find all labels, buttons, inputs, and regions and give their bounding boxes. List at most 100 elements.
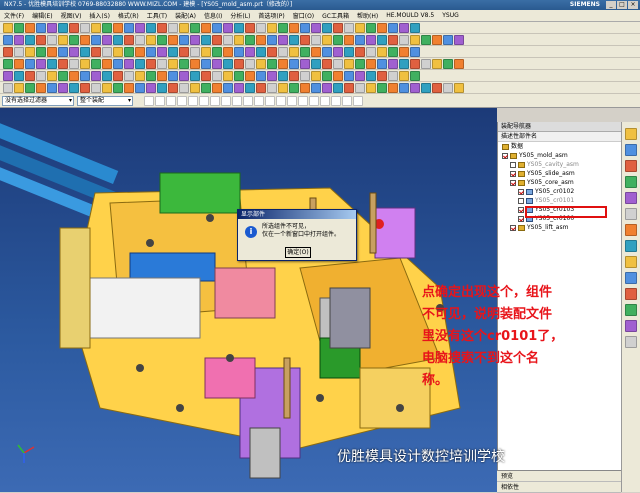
toolbar-tool-icon[interactable]: [432, 58, 442, 69]
toolbar-tool-icon[interactable]: [3, 70, 13, 81]
toolbar-tool-icon[interactable]: [300, 22, 310, 33]
toolbar-tool-icon[interactable]: [69, 46, 79, 57]
toolbar-tool-icon[interactable]: [58, 46, 68, 57]
toolbar-tool-icon[interactable]: [69, 70, 79, 81]
toolbar-tool-icon[interactable]: [179, 82, 189, 93]
toolbar-tool-icon[interactable]: [102, 22, 112, 33]
toolbar-tool-icon[interactable]: [179, 34, 189, 45]
toolbar-tool-icon[interactable]: [366, 58, 376, 69]
toolbar-tool-icon[interactable]: [234, 70, 244, 81]
toolbar-tool-icon[interactable]: [113, 58, 123, 69]
toolbar-tool-icon[interactable]: [234, 34, 244, 45]
toolbar-tool-icon[interactable]: [267, 34, 277, 45]
toolbar-tool-icon[interactable]: [278, 22, 288, 33]
tree-node[interactable]: YS05_mold_asm: [498, 151, 621, 160]
toolbar-tool-icon[interactable]: [366, 22, 376, 33]
toolbar-tool-icon[interactable]: [311, 22, 321, 33]
toolbar-tool-icon[interactable]: [47, 82, 57, 93]
toolbar-tool-icon[interactable]: [190, 58, 200, 69]
toolbar-tool-icon[interactable]: [289, 82, 299, 93]
toolbar-tool-icon[interactable]: [80, 70, 90, 81]
maximize-button[interactable]: □: [617, 1, 627, 9]
tree-node[interactable]: YS05_cavity_asm: [498, 160, 621, 169]
toolbar-tool-icon[interactable]: [36, 58, 46, 69]
toolbar-tool-icon[interactable]: [157, 22, 167, 33]
toolbar-tool-icon[interactable]: [366, 70, 376, 81]
toolbar-tool-icon[interactable]: [91, 58, 101, 69]
minimize-button[interactable]: _: [606, 1, 616, 9]
toolbar-tool-icon[interactable]: [168, 46, 178, 57]
toolbar-tool-icon[interactable]: [36, 82, 46, 93]
snap-point-icon[interactable]: [254, 95, 264, 106]
toolbar-tool-icon[interactable]: [410, 82, 420, 93]
toolbar-tool-icon[interactable]: [432, 82, 442, 93]
toolbar-tool-icon[interactable]: [25, 22, 35, 33]
toolbar-tool-icon[interactable]: [256, 34, 266, 45]
toolbar-tool-icon[interactable]: [223, 82, 233, 93]
toolbar-tool-icon[interactable]: [399, 82, 409, 93]
toolbar-tool-icon[interactable]: [300, 70, 310, 81]
menu-edit[interactable]: 编辑(E): [30, 11, 54, 20]
selection-filter-combo[interactable]: 没有选择过滤器: [2, 95, 74, 106]
toolbar-tool-icon[interactable]: [421, 58, 431, 69]
toolbar-tool-icon[interactable]: [454, 82, 464, 93]
snap-point-icon[interactable]: [243, 95, 253, 106]
tree-node[interactable]: YS05_lift_asm: [498, 223, 621, 232]
toolbar-tool-icon[interactable]: [69, 22, 79, 33]
toolbar-tool-icon[interactable]: [146, 46, 156, 57]
toolbar-tool-icon[interactable]: [311, 46, 321, 57]
toolbar-tool-icon[interactable]: [267, 82, 277, 93]
toolbar-tool-icon[interactable]: [190, 34, 200, 45]
toolbar-tool-icon[interactable]: [135, 58, 145, 69]
toolbar-tool-icon[interactable]: [36, 22, 46, 33]
toolbar-tool-icon[interactable]: [36, 34, 46, 45]
snap-point-icon[interactable]: [210, 95, 220, 106]
visibility-checkbox[interactable]: [510, 224, 516, 231]
toolbar-tool-icon[interactable]: [399, 34, 409, 45]
visibility-checkbox[interactable]: [518, 215, 524, 222]
toolbar-tool-icon[interactable]: [58, 70, 68, 81]
toolbar-tool-icon[interactable]: [91, 46, 101, 57]
snap-point-icon[interactable]: [298, 95, 308, 106]
snap-point-icon[interactable]: [144, 95, 154, 106]
dependency-panel[interactable]: 相依性: [497, 482, 621, 493]
toolbar-tool-icon[interactable]: [124, 46, 134, 57]
toolbar-tool-icon[interactable]: [47, 70, 57, 81]
preview-panel[interactable]: 预览: [497, 471, 621, 482]
toolbar-tool-icon[interactable]: [311, 34, 321, 45]
toolbar-tool-icon[interactable]: [388, 70, 398, 81]
toolbar-tool-icon[interactable]: [443, 82, 453, 93]
toolbar-tool-icon[interactable]: [234, 58, 244, 69]
toolbar-tool-icon[interactable]: [278, 58, 288, 69]
tree-node[interactable]: 数据: [498, 142, 621, 151]
toolbar-tool-icon[interactable]: [289, 46, 299, 57]
toolbar-tool-icon[interactable]: [25, 46, 35, 57]
toolbar-tool-icon[interactable]: [245, 46, 255, 57]
toolbar-tool-icon[interactable]: [245, 22, 255, 33]
toolbar-tool-icon[interactable]: [102, 46, 112, 57]
toolbar-tool-icon[interactable]: [157, 58, 167, 69]
toolbar-tool-icon[interactable]: [3, 82, 13, 93]
toolbar-tool-icon[interactable]: [322, 70, 332, 81]
toolbar-tool-icon[interactable]: [399, 46, 409, 57]
visibility-checkbox[interactable]: [510, 170, 516, 177]
toolbar-tool-icon[interactable]: [135, 46, 145, 57]
snap-point-icon[interactable]: [309, 95, 319, 106]
toolbar-tool-icon[interactable]: [300, 46, 310, 57]
toolbar-tool-icon[interactable]: [399, 70, 409, 81]
toolbar-tool-icon[interactable]: [124, 70, 134, 81]
menu-window[interactable]: 窗口(O): [291, 11, 316, 20]
toolbar-tool-icon[interactable]: [14, 46, 24, 57]
toolbar-tool-icon[interactable]: [25, 58, 35, 69]
tree-node[interactable]: YS05_core_asm: [498, 178, 621, 187]
toolbar-tool-icon[interactable]: [267, 22, 277, 33]
menu-help[interactable]: 帮助(H): [355, 11, 380, 20]
snap-point-icon[interactable]: [320, 95, 330, 106]
toolbar-tool-icon[interactable]: [168, 70, 178, 81]
tree-node[interactable]: YS05_cr0101: [498, 196, 621, 205]
toolbar-tool-icon[interactable]: [256, 70, 266, 81]
toolbar-tool-icon[interactable]: [223, 22, 233, 33]
snap-point-icon[interactable]: [276, 95, 286, 106]
toolbar-tool-icon[interactable]: [146, 34, 156, 45]
toolbar-tool-icon[interactable]: [201, 46, 211, 57]
